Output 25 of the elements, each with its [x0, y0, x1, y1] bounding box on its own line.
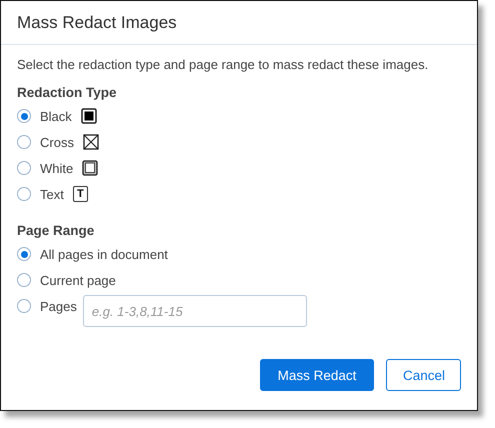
radio-button[interactable]: [17, 187, 31, 201]
pages-input-field[interactable]: e.g. 1-3,8,11-15: [82, 295, 307, 327]
filled-square-icon: [80, 108, 97, 124]
option-label: Text: [40, 186, 64, 202]
option-label: Current page: [40, 272, 116, 288]
radio-button[interactable]: [17, 247, 31, 261]
mass-redact-button[interactable]: Mass Redact: [260, 359, 374, 391]
description-text: Select the redaction type and page range to mass redact these images.: [17, 57, 430, 72]
option-label: Pages: [40, 299, 77, 314]
radio-button[interactable]: [17, 109, 31, 123]
option-label: White: [40, 160, 74, 176]
text-box-icon: T: [72, 186, 88, 202]
radio-button[interactable]: [17, 161, 31, 175]
radio-button[interactable]: [17, 273, 31, 287]
empty-square-icon: [82, 160, 98, 176]
dialog-title: Mass Redact Images: [17, 12, 177, 32]
option-label: All pages in document: [40, 246, 168, 262]
radio-button[interactable]: [17, 299, 31, 313]
option-label: Cross: [40, 134, 74, 150]
cancel-button[interactable]: Cancel: [386, 359, 461, 391]
radio-button[interactable]: [17, 135, 31, 149]
cross-box-icon: [82, 134, 99, 150]
section-label: Page Range: [17, 223, 96, 240]
option-label: Black: [40, 108, 72, 124]
section-label: Redaction Type: [17, 85, 118, 102]
